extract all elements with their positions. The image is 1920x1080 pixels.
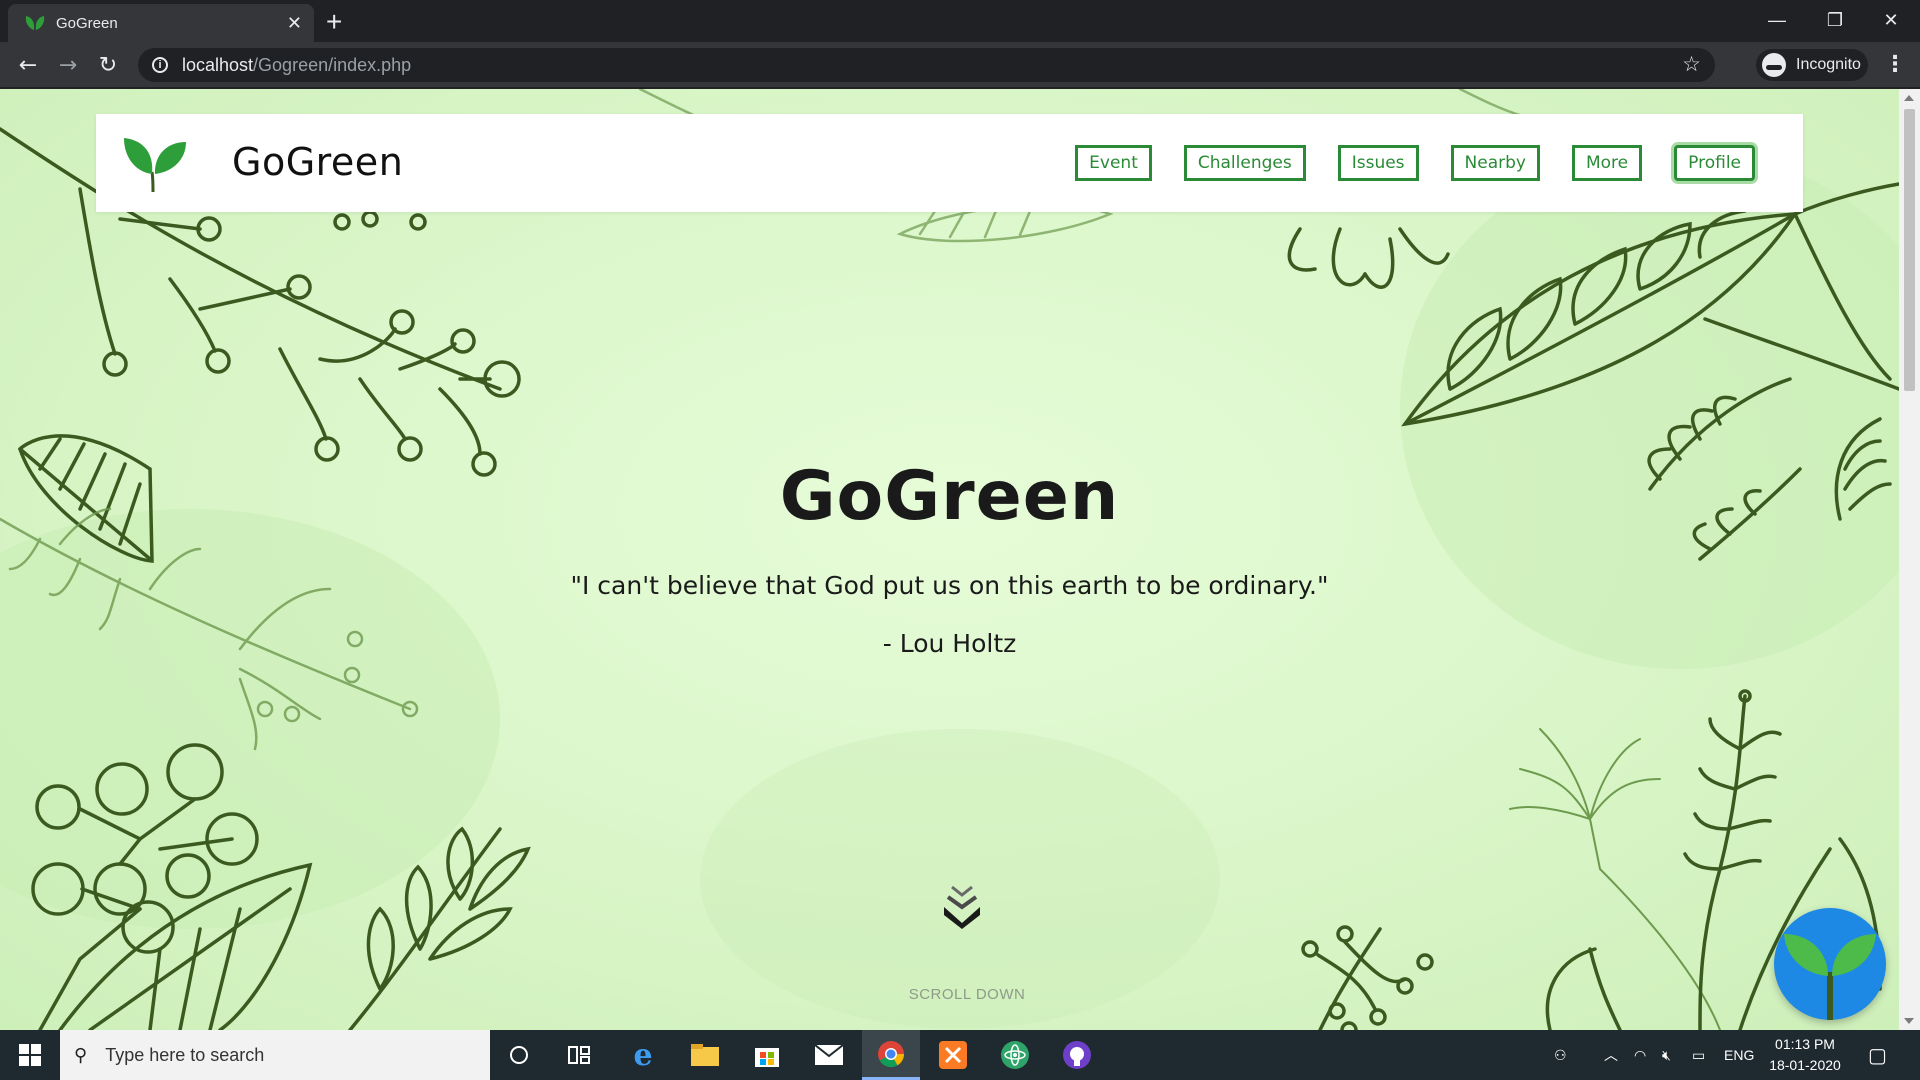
bookmark-star-icon[interactable]: ☆ [1682,52,1701,77]
file-explorer-icon[interactable] [676,1030,734,1080]
chrome-icon[interactable] [862,1030,920,1080]
hero-title: GoGreen [779,457,1120,536]
nav-nearby-button[interactable]: Nearby [1450,145,1540,181]
fab-leaf-icon [1784,934,1876,1020]
nav-buttons: Event Challenges Issues Nearby More Prof… [1075,145,1755,181]
clock-time: 01:13 PM [1775,1036,1835,1052]
minimize-icon[interactable]: — [1748,0,1806,40]
edge-icon[interactable]: e [614,1030,672,1080]
nav-event-button[interactable]: Event [1075,145,1152,181]
page-viewport: GoGreen Event Challenges Issues Nearby M… [0,89,1899,1030]
incognito-label: Incognito [1796,56,1861,73]
incognito-profile-button[interactable]: Incognito [1756,49,1868,81]
network-icon[interactable]: ◠ [1634,1030,1646,1080]
incognito-icon [1762,53,1786,77]
people-icon[interactable]: ⚇ [1554,1030,1567,1080]
atom-icon[interactable] [986,1030,1044,1080]
quote-author: - Lou Holtz [882,629,1017,658]
taskbar-search-box[interactable]: ⚲ Type here to search [60,1030,490,1080]
address-bar[interactable]: i localhost/Gogreen/index.php ☆ [138,48,1715,82]
taskbar-search-placeholder: Type here to search [105,1044,265,1065]
action-center-icon[interactable]: ▢ [1868,1030,1887,1080]
tab-close-icon[interactable]: ✕ [287,13,302,34]
windows-taskbar: ⚲ Type here to search e ⚇ ︿ ◠ 🔇︎ ▭ ENG 0… [0,1030,1920,1080]
windows-start-icon[interactable] [0,1030,60,1080]
scroll-down-label[interactable]: SCROLL DOWN [0,986,1899,1003]
volume-muted-icon[interactable]: 🔇︎ [1662,1030,1671,1080]
page-scrollbar[interactable] [1899,89,1920,1030]
hero-quote: "I can't believe that God put us on this… [570,571,1329,600]
scroll-down-chevron-icon[interactable] [944,885,980,929]
site-navbar: GoGreen Event Challenges Issues Nearby M… [96,114,1803,212]
floating-logo-button[interactable] [1774,908,1886,1020]
search-icon: ⚲ [74,1044,88,1065]
gogreen-favicon-icon [25,16,45,30]
tab-title: GoGreen [56,14,118,32]
gogreen-logo-icon[interactable] [122,134,188,194]
tab-strip: GoGreen ✕ + — ❐ ✕ [0,0,1920,42]
scroll-up-arrow-icon[interactable] [1904,95,1914,101]
input-language[interactable]: ENG [1724,1030,1754,1080]
nav-issues-button[interactable]: Issues [1337,145,1419,181]
url-host: localhost [182,54,254,75]
scrollbar-thumb[interactable] [1904,109,1915,391]
site-info-icon[interactable]: i [152,57,168,73]
reload-icon[interactable]: ↻ [92,50,124,80]
browser-tab[interactable]: GoGreen ✕ [8,4,314,42]
show-hidden-icons-icon[interactable]: ︿ [1604,1030,1618,1080]
restore-icon[interactable]: ❐ [1806,0,1864,40]
forward-icon[interactable]: → [52,50,84,80]
taskbar-clock[interactable]: 01:13 PM 18-01-2020 [1760,1034,1850,1076]
url-path: /Gogreen/index.php [253,54,412,75]
nav-challenges-button[interactable]: Challenges [1183,145,1306,181]
window-close-icon[interactable]: ✕ [1862,0,1920,40]
new-tab-button[interactable]: + [326,6,342,38]
store-icon[interactable] [738,1030,796,1080]
back-icon[interactable]: ← [12,50,44,80]
task-view-icon[interactable] [550,1030,608,1080]
clock-date: 18-01-2020 [1769,1057,1841,1073]
nav-profile-button[interactable]: Profile [1674,145,1755,181]
brand-name[interactable]: GoGreen [232,140,403,184]
mail-icon[interactable] [800,1030,858,1080]
battery-icon[interactable]: ▭ [1692,1030,1705,1080]
cortana-icon[interactable] [490,1030,548,1080]
nav-more-button[interactable]: More [1571,145,1643,181]
browser-toolbar: ← → ↻ i localhost/Gogreen/index.php ☆ In… [0,42,1920,88]
xampp-icon[interactable] [924,1030,982,1080]
github-icon[interactable] [1048,1030,1106,1080]
browser-menu-icon[interactable]: ⋮ [1884,52,1906,77]
scroll-down-arrow-icon[interactable] [1904,1018,1914,1024]
